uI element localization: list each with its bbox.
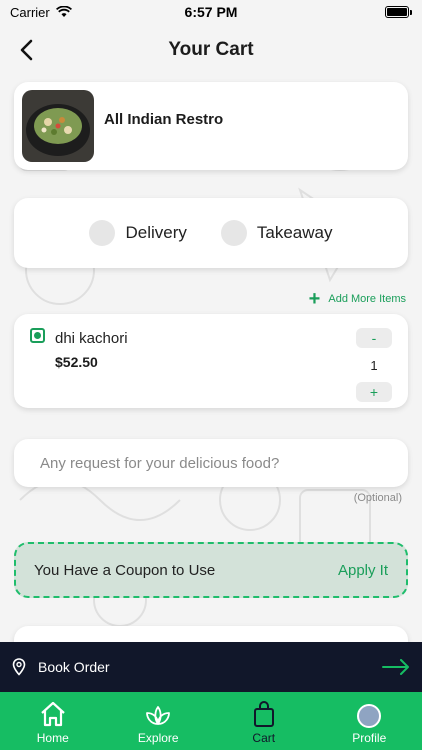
cart-item-card: dhi kachori $52.50 - 1 +: [14, 314, 408, 408]
takeaway-label: Takeaway: [256, 223, 333, 242]
increase-quantity-button[interactable]: +: [356, 382, 392, 402]
tab-cart-label: Cart: [252, 730, 276, 745]
tab-home-label: Home: [36, 730, 69, 745]
order-type-card: Delivery Takeaway: [14, 198, 408, 268]
bottom-tab-bar: Home Explore Cart Profile: [0, 692, 422, 750]
arrow-right-icon[interactable]: [382, 659, 410, 675]
back-button[interactable]: [12, 36, 40, 64]
tab-explore-label: Explore: [137, 730, 179, 745]
veg-indicator-icon: [30, 328, 45, 343]
header: Your Cart: [0, 28, 422, 72]
status-left: Carrier: [10, 5, 72, 20]
coupon-text: You Have a Coupon to Use: [34, 561, 216, 579]
status-time: 6:57 PM: [184, 4, 238, 20]
takeaway-radio[interactable]: [220, 220, 247, 246]
wifi-icon: [55, 6, 72, 17]
decrease-quantity-button[interactable]: -: [356, 328, 392, 348]
item-name: dhi kachori: [55, 330, 128, 347]
delivery-option[interactable]: Delivery: [89, 220, 187, 246]
carrier-label: Carrier: [10, 4, 50, 20]
tab-explore[interactable]: Explore: [116, 698, 200, 745]
tab-profile[interactable]: Profile: [327, 698, 411, 745]
book-order-label: Book Order: [38, 659, 110, 675]
restaurant-image: [22, 90, 94, 162]
tab-cart[interactable]: Cart: [222, 698, 306, 745]
chevron-left-icon: [20, 39, 33, 61]
quantity-value: 1: [370, 357, 378, 373]
location-pin-icon: [12, 658, 26, 676]
home-icon: [39, 698, 67, 728]
avatar: [357, 703, 382, 728]
plus-icon: +: [308, 288, 321, 310]
request-field-card: [14, 439, 408, 487]
bag-icon: [252, 698, 276, 728]
restaurant-name: All Indian Restro: [104, 110, 224, 128]
avatar-icon: [357, 698, 382, 728]
optional-label: (Optional): [353, 492, 402, 504]
battery-icon: [385, 6, 412, 18]
delivery-radio[interactable]: [89, 220, 116, 246]
book-order-bar[interactable]: Book Order: [0, 642, 422, 692]
status-bar: Carrier 6:57 PM: [0, 0, 422, 24]
page-title: Your Cart: [168, 39, 254, 60]
delivery-label: Delivery: [125, 223, 187, 242]
quantity-stepper: - 1 +: [356, 328, 392, 402]
restaurant-card[interactable]: All Indian Restro: [14, 82, 408, 170]
coupon-banner: You Have a Coupon to Use Apply It: [14, 542, 408, 598]
apply-coupon-button[interactable]: Apply It: [338, 562, 388, 579]
leaf-icon: [144, 698, 172, 728]
tab-profile-label: Profile: [352, 730, 387, 745]
item-price: $52.50: [55, 354, 98, 370]
add-more-items-label: Add More Items: [328, 293, 406, 305]
tab-home[interactable]: Home: [11, 698, 95, 745]
takeaway-option[interactable]: Takeaway: [220, 220, 333, 246]
add-more-items-link[interactable]: + Add More Items: [308, 288, 406, 310]
food-request-input[interactable]: [40, 454, 380, 472]
